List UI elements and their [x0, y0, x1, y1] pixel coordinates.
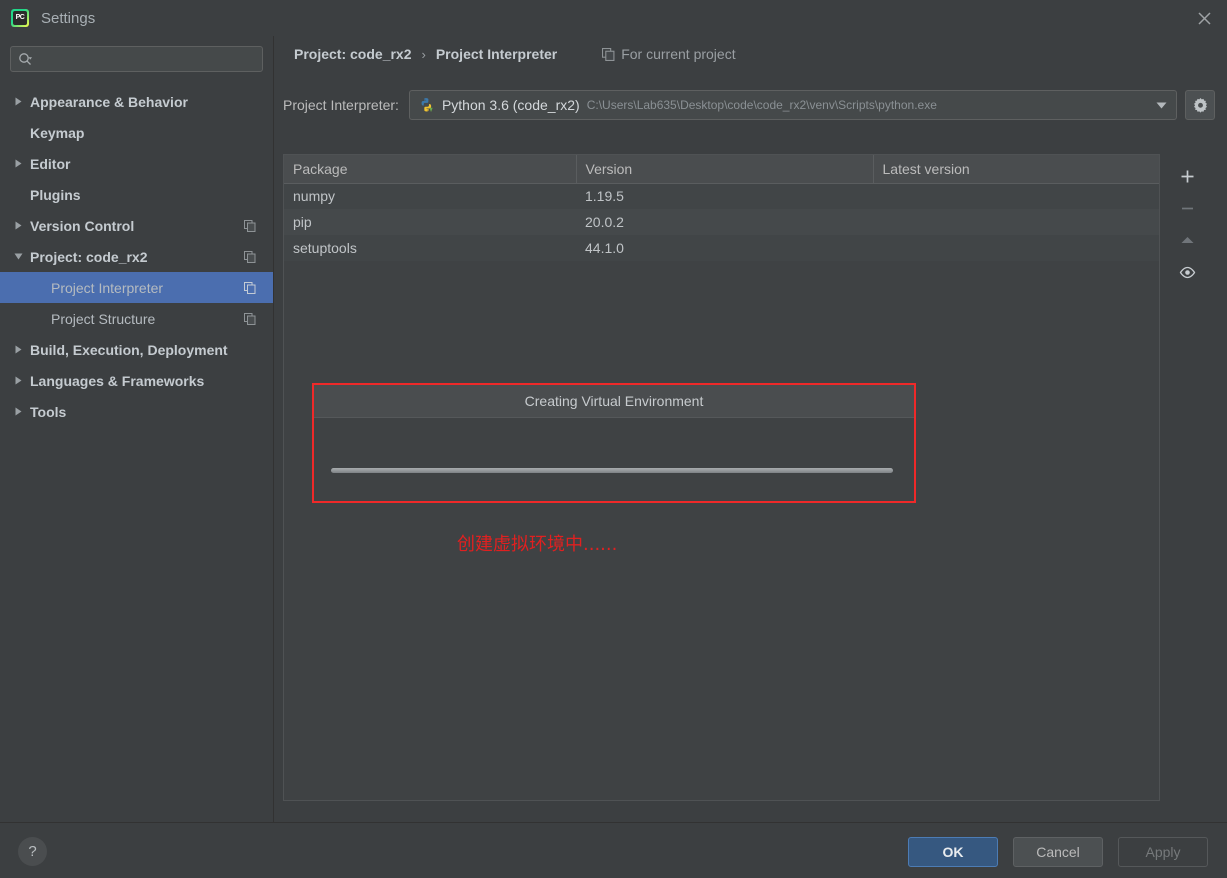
progress-dialog-body [314, 418, 914, 501]
table-row[interactable]: setuptools 44.1.0 [284, 235, 1159, 261]
cell-latest [873, 235, 1159, 261]
breadcrumb-separator: › [421, 46, 426, 62]
sidebar-item-label: Tools [30, 403, 67, 420]
column-header-package[interactable]: Package [284, 155, 577, 184]
chevron-right-icon[interactable] [14, 407, 30, 416]
sidebar: Appearance & Behavior Keymap Editor Plug… [0, 36, 274, 822]
progress-bar [331, 468, 893, 473]
sidebar-item-languages-frameworks[interactable]: Languages & Frameworks [0, 365, 273, 396]
packages-toolbar [1160, 154, 1215, 801]
settings-dialog: Settings Appearance & [0, 0, 1227, 878]
search-icon [19, 52, 32, 65]
settings-tree: Appearance & Behavior Keymap Editor Plug… [0, 86, 273, 427]
footer-bar: ? OK Cancel Apply [0, 822, 1227, 878]
interpreter-select[interactable]: Python 3.6 (code_rx2) C:\Users\Lab635\De… [408, 90, 1177, 120]
cell-version: 44.1.0 [576, 235, 873, 261]
minus-icon [1182, 207, 1193, 209]
cell-latest [873, 183, 1159, 209]
sidebar-item-label: Editor [30, 155, 71, 172]
sidebar-item-label: Project: code_rx2 [30, 248, 148, 265]
title-bar: Settings [0, 0, 1227, 36]
cell-package: numpy [284, 183, 576, 209]
chevron-down-icon[interactable] [14, 252, 30, 261]
copy-icon [244, 219, 256, 232]
sidebar-item-label: Plugins [30, 186, 81, 203]
column-header-latest-version[interactable]: Latest version [873, 155, 1159, 184]
for-current-project-text: For current project [621, 46, 736, 62]
upgrade-package-button[interactable] [1173, 224, 1203, 256]
column-header-version[interactable]: Version [576, 155, 874, 184]
close-icon [1197, 11, 1211, 25]
interpreter-name: Python 3.6 (code_rx2) [441, 97, 580, 113]
breadcrumb-root[interactable]: Project: code_rx2 [294, 46, 412, 62]
packages-table: Package Version Latest version numpy 1.1… [284, 155, 1159, 261]
annotation-text: 创建虚拟环境中...... [457, 534, 618, 555]
breadcrumb: Project: code_rx2 › Project Interpreter … [294, 46, 736, 62]
ok-button[interactable]: OK [908, 837, 998, 867]
sidebar-item-build-execution-deployment[interactable]: Build, Execution, Deployment [0, 334, 273, 365]
cancel-button[interactable]: Cancel [1013, 837, 1103, 867]
copy-icon [244, 250, 256, 263]
progress-dialog-title: Creating Virtual Environment [314, 385, 914, 418]
sidebar-item-plugins[interactable]: Plugins [0, 179, 273, 210]
arrow-up-icon [1181, 236, 1194, 243]
apply-button[interactable]: Apply [1118, 837, 1208, 867]
sidebar-item-editor[interactable]: Editor [0, 148, 273, 179]
window-title: Settings [41, 9, 96, 27]
chevron-right-icon[interactable] [14, 345, 30, 354]
add-package-button[interactable] [1173, 160, 1203, 192]
interpreter-label: Project Interpreter: [283, 97, 399, 113]
sidebar-item-label: Project Interpreter [51, 279, 164, 296]
copy-icon [244, 281, 256, 294]
pycharm-icon [11, 9, 29, 27]
search-box[interactable] [10, 46, 263, 72]
sidebar-item-label: Version Control [30, 217, 135, 234]
sidebar-item-version-control[interactable]: Version Control [0, 210, 273, 241]
search-container [0, 36, 273, 72]
cell-version: 20.0.2 [576, 209, 873, 235]
chevron-right-icon[interactable] [14, 97, 30, 106]
interpreter-row: Project Interpreter: Python 3.6 (code_rx… [283, 89, 1215, 121]
cell-version: 1.19.5 [576, 183, 873, 209]
sidebar-item-label: Project Structure [51, 310, 156, 327]
gear-icon [1193, 97, 1207, 113]
remove-package-button[interactable] [1173, 192, 1203, 224]
sidebar-item-project-structure[interactable]: Project Structure [0, 303, 273, 334]
table-header-row: Package Version Latest version [284, 155, 1159, 184]
progress-dialog: Creating Virtual Environment [312, 383, 916, 503]
interpreter-path: C:\Users\Lab635\Desktop\code\code_rx2\ve… [586, 98, 937, 112]
sidebar-item-keymap[interactable]: Keymap [0, 117, 273, 148]
cell-package: pip [284, 209, 576, 235]
cell-latest [873, 209, 1159, 235]
plus-icon [1181, 170, 1194, 182]
chevron-right-icon[interactable] [14, 221, 30, 230]
cell-package: setuptools [284, 235, 576, 261]
chevron-down-icon[interactable] [1156, 96, 1167, 114]
sidebar-item-label: Languages & Frameworks [30, 372, 205, 389]
interpreter-settings-button[interactable] [1185, 90, 1215, 120]
show-early-releases-button[interactable] [1173, 256, 1203, 288]
copy-icon [602, 47, 615, 61]
sidebar-item-label: Keymap [30, 124, 85, 141]
breadcrumb-leaf: Project Interpreter [435, 46, 558, 62]
copy-icon [244, 312, 256, 325]
sidebar-item-project-interpreter[interactable]: Project Interpreter [0, 272, 273, 303]
help-button[interactable]: ? [18, 837, 47, 866]
table-row[interactable]: pip 20.0.2 [284, 209, 1159, 235]
table-row[interactable]: numpy 1.19.5 [284, 183, 1159, 209]
search-input[interactable] [37, 51, 247, 67]
sidebar-item-appearance-behavior[interactable]: Appearance & Behavior [0, 86, 273, 117]
sidebar-item-label: Build, Execution, Deployment [30, 341, 228, 358]
chevron-right-icon[interactable] [14, 376, 30, 385]
for-current-project-label: For current project [602, 46, 736, 62]
python-venv-icon [421, 97, 433, 112]
sidebar-item-label: Appearance & Behavior [30, 93, 188, 110]
sidebar-item-project-code-rx2[interactable]: Project: code_rx2 [0, 241, 273, 272]
sidebar-item-tools[interactable]: Tools [0, 396, 273, 427]
footer-buttons: OK Cancel Apply [888, 823, 1208, 878]
chevron-right-icon[interactable] [14, 159, 30, 168]
eye-icon [1179, 266, 1196, 278]
close-button[interactable] [1181, 0, 1227, 36]
